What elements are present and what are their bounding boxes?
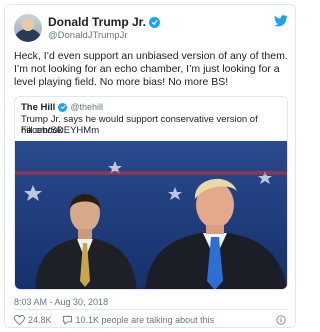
author-display-name[interactable]: Donald Trump Jr. <box>48 15 146 29</box>
quoted-tweet-card[interactable]: The Hill @thehill Trump Jr. says he woul… <box>14 96 288 290</box>
author-handle[interactable]: @DonaldJTrumpJr <box>48 30 128 41</box>
heart-icon <box>14 315 25 325</box>
author-name-row[interactable]: Donald Trump Jr. <box>48 15 161 29</box>
tweet-actions: 24.8K 10.1K people are talking about thi… <box>14 314 224 326</box>
talking-count-text: 10.1K people are talking about this <box>75 315 215 325</box>
like-button[interactable]: 24.8K <box>14 315 52 325</box>
reply-button[interactable]: 10.1K people are talking about this <box>62 315 215 325</box>
info-icon[interactable] <box>276 315 286 325</box>
quoted-source-name[interactable]: The Hill <box>21 102 55 113</box>
tweet-timestamp[interactable]: 8:03 AM - Aug 30, 2018 <box>14 297 108 307</box>
like-count: 24.8K <box>28 315 52 325</box>
quoted-link[interactable]: hill.cm/SDEYHMm <box>21 125 99 136</box>
tweet-card[interactable]: Donald Trump Jr. @DonaldJTrumpJr Heck, I… <box>4 4 296 328</box>
verified-badge-icon <box>149 16 161 28</box>
quoted-header: The Hill @thehill <box>21 101 103 113</box>
quoted-photo[interactable] <box>15 141 287 290</box>
speech-bubble-icon <box>62 315 72 325</box>
tweet-text: Heck, I’d even support an unbiased versi… <box>14 50 288 88</box>
tweet-header: Donald Trump Jr. @DonaldJTrumpJr <box>14 14 288 44</box>
twitter-bird-icon[interactable] <box>274 15 288 27</box>
quoted-handle[interactable]: @thehill <box>70 102 103 112</box>
avatar[interactable] <box>14 14 42 42</box>
divider <box>14 309 288 310</box>
quoted-verified-badge-icon <box>58 102 68 112</box>
